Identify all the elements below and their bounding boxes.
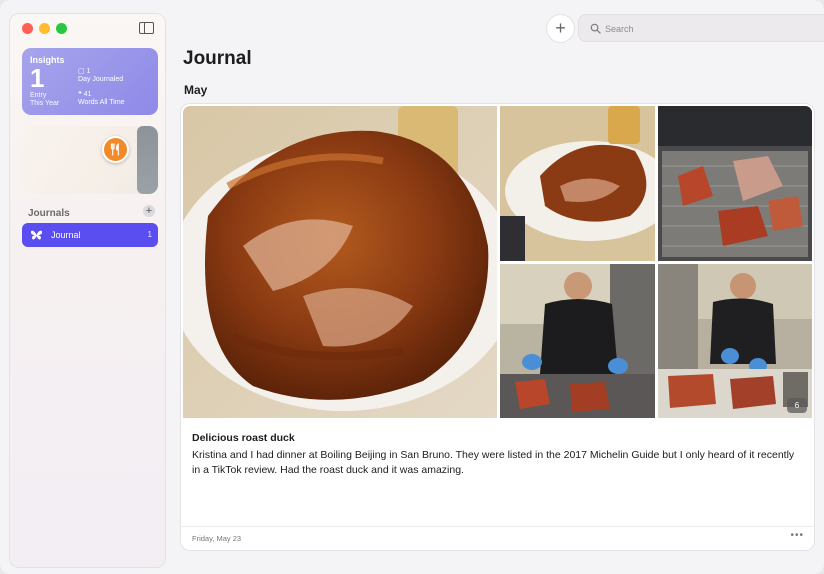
maximize-window-button[interactable] xyxy=(56,23,67,34)
journals-section-header: Journals xyxy=(28,208,70,219)
page-title: Journal xyxy=(183,48,252,69)
entry-count-label: Entry This Year xyxy=(30,92,60,107)
add-journal-button[interactable]: + xyxy=(143,205,155,217)
more-photos-badge[interactable]: 6 xyxy=(787,398,807,413)
sidebar-item-label: Journal xyxy=(51,230,81,240)
quote-icon: ❝ xyxy=(78,91,82,98)
map-photo-strip xyxy=(137,126,158,194)
month-header: May xyxy=(184,83,208,97)
sidebar-item-count: 1 xyxy=(147,230,152,239)
entry-body: Kristina and I had dinner at Boiling Bei… xyxy=(192,449,795,476)
map-widget[interactable] xyxy=(22,126,158,194)
day-journaled-stat: ▢ 1 Day Journaled xyxy=(78,68,124,83)
entry-photo[interactable]: 6 xyxy=(658,264,812,418)
entry-photo[interactable] xyxy=(500,264,655,418)
minimize-window-button[interactable] xyxy=(39,23,50,34)
entry-title: Delicious roast duck xyxy=(192,432,295,444)
insights-widget[interactable]: Insights 1 Entry This Year ▢ 1 Day Journa… xyxy=(22,48,158,115)
sidebar: Insights 1 Entry This Year ▢ 1 Day Journa… xyxy=(9,13,166,568)
window-controls xyxy=(22,23,67,34)
journal-entry-card[interactable]: 6 Delicious roast duck Kristina and I ha… xyxy=(181,104,814,550)
search-field[interactable] xyxy=(578,14,824,42)
words-stat: ❝ 41 Words All Time xyxy=(78,91,125,106)
map-pin[interactable] xyxy=(102,136,129,163)
entry-count: 1 xyxy=(30,63,45,93)
calendar-icon: ▢ xyxy=(78,68,85,75)
app-window: Insights 1 Entry This Year ▢ 1 Day Journa… xyxy=(0,0,824,574)
entry-more-button[interactable]: ••• xyxy=(790,530,804,541)
new-entry-button[interactable]: + xyxy=(547,15,574,42)
sidebar-item-journal[interactable]: Journal 1 xyxy=(22,223,158,247)
entry-divider xyxy=(181,526,814,527)
search-input[interactable] xyxy=(605,21,815,36)
entry-photo[interactable] xyxy=(500,106,655,261)
butterfly-icon xyxy=(30,230,43,240)
sidebar-toggle-icon[interactable] xyxy=(139,22,154,34)
close-window-button[interactable] xyxy=(22,23,33,34)
entry-photo[interactable] xyxy=(183,106,497,418)
entry-date: Friday, May 23 xyxy=(192,534,242,543)
fork-knife-icon xyxy=(110,143,119,156)
entry-photo[interactable] xyxy=(658,106,812,261)
search-icon xyxy=(590,23,601,34)
